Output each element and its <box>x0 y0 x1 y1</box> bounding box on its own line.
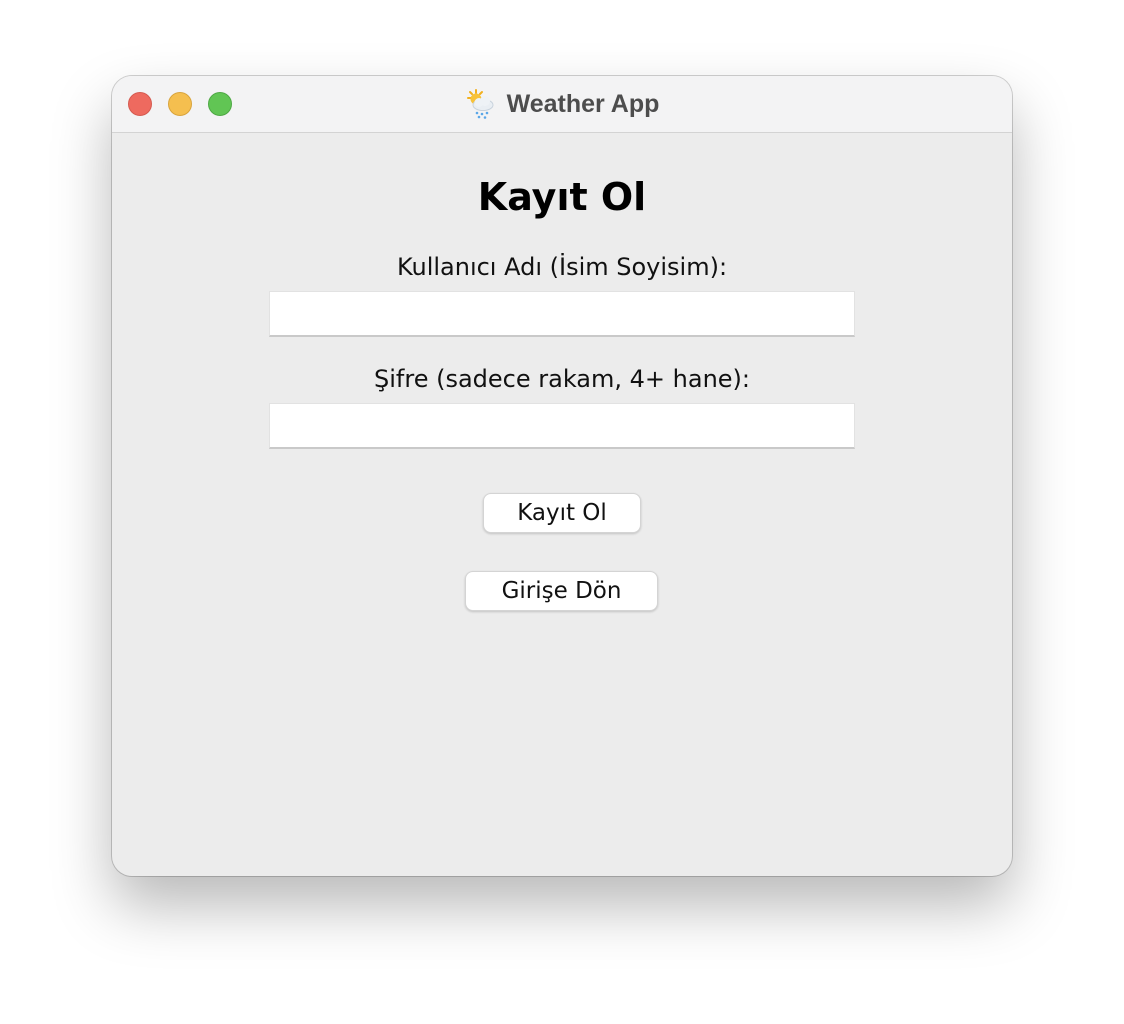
page-title: Kayıt Ol <box>477 175 647 219</box>
username-input[interactable] <box>269 291 855 337</box>
app-window: Weather App Kayıt Ol Kullanıcı Adı (İsim… <box>112 76 1012 876</box>
title-bar[interactable]: Weather App <box>112 76 1012 133</box>
username-label: Kullanıcı Adı (İsim Soyisim): <box>396 253 728 281</box>
back-to-login-button[interactable]: Girişe Dön <box>465 571 658 611</box>
password-label: Şifre (sadece rakam, 4+ hane): <box>374 365 750 393</box>
window-title-group: Weather App <box>112 76 1012 132</box>
window-title: Weather App <box>506 89 660 118</box>
sun-behind-rain-cloud-icon <box>466 89 494 119</box>
register-button[interactable]: Kayıt Ol <box>483 493 641 533</box>
register-form: Kayıt Ol Kullanıcı Adı (İsim Soyisim): Ş… <box>112 133 1012 876</box>
password-input[interactable] <box>269 403 855 449</box>
